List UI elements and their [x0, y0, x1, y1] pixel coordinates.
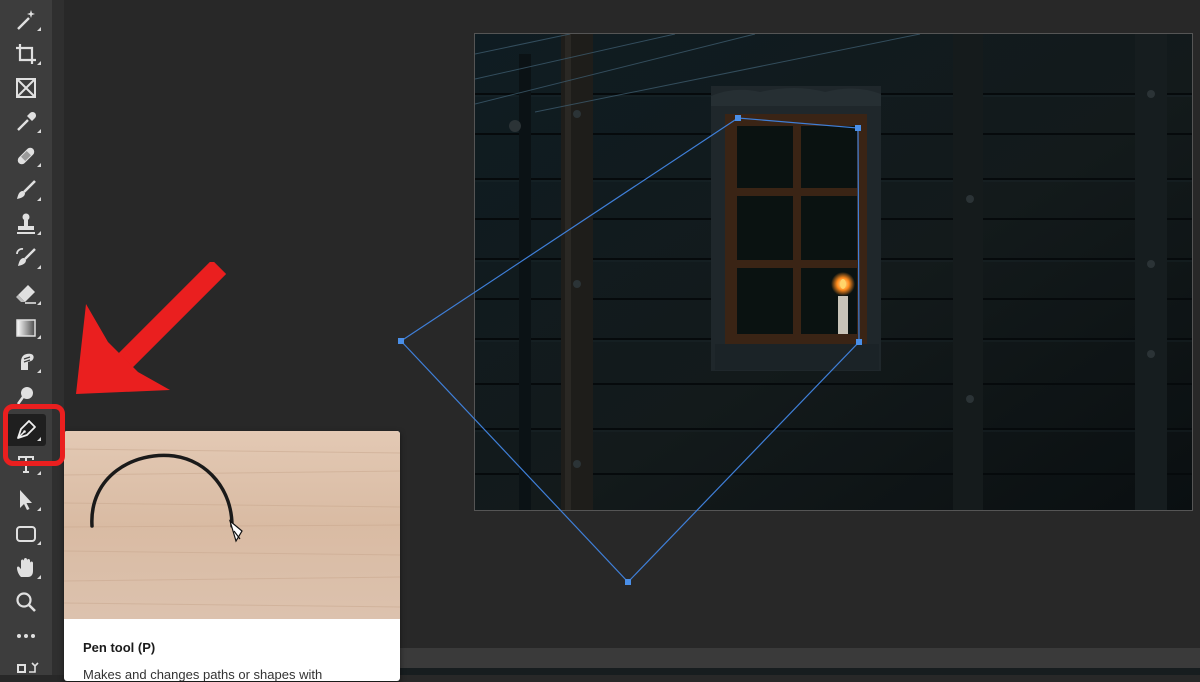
path-selection-tool[interactable]	[6, 484, 46, 516]
thumbnail-strip	[400, 668, 1200, 675]
tools-panel	[0, 0, 53, 675]
status-bar	[400, 648, 1200, 675]
gradient-tool[interactable]	[6, 312, 46, 344]
crop-tool[interactable]	[6, 38, 46, 70]
clone-stamp-tool[interactable]	[6, 208, 46, 240]
healing-brush-tool[interactable]	[6, 140, 46, 172]
eyedropper-icon	[17, 111, 37, 131]
history-brush-tool[interactable]	[6, 242, 46, 274]
brush-icon	[17, 180, 36, 199]
ellipsis-icon	[17, 634, 35, 638]
more-tools-button[interactable]	[6, 620, 46, 652]
anchor-point[interactable]	[625, 579, 631, 585]
crop-icon	[16, 44, 36, 64]
tooltip-preview-image	[64, 431, 400, 619]
rectangle-icon	[16, 526, 36, 542]
zoom-tool[interactable]	[6, 586, 46, 618]
magic-wand-icon	[17, 10, 35, 30]
color-swap-tool[interactable]	[6, 650, 46, 682]
rectangle-tool[interactable]	[6, 518, 46, 550]
hand-tool[interactable]	[6, 552, 46, 584]
anchor-point[interactable]	[398, 338, 404, 344]
zoom-icon	[16, 592, 36, 612]
swap-colors-icon	[17, 662, 39, 673]
eraser-icon	[16, 285, 36, 304]
frame-tool[interactable]	[6, 72, 46, 104]
arrow-cursor-icon	[20, 490, 32, 510]
bandage-icon	[17, 147, 35, 165]
red-arrow-annotation	[76, 262, 226, 394]
canvas-image	[475, 34, 1192, 510]
history-brush-icon	[16, 248, 36, 266]
gradient-icon	[16, 319, 36, 337]
tooltip-description: Makes and changes paths or shapes with	[83, 667, 323, 681]
brush-tool[interactable]	[6, 174, 46, 206]
toolbar-edge	[52, 0, 64, 675]
eraser-tool[interactable]	[6, 278, 46, 310]
magic-wand-tool[interactable]	[6, 4, 46, 36]
blur-tool[interactable]	[6, 346, 46, 378]
stamp-icon	[17, 213, 35, 234]
smudge-icon	[21, 353, 34, 370]
hand-icon	[17, 558, 33, 577]
tooltip-title: Pen tool (P)	[83, 640, 156, 655]
pen-tool-highlight	[3, 404, 65, 466]
eyedropper-tool[interactable]	[6, 106, 46, 138]
tool-tooltip: Pen tool (P) Makes and changes paths or …	[64, 431, 400, 681]
frame-icon	[16, 78, 36, 98]
document-canvas[interactable]	[474, 33, 1193, 511]
